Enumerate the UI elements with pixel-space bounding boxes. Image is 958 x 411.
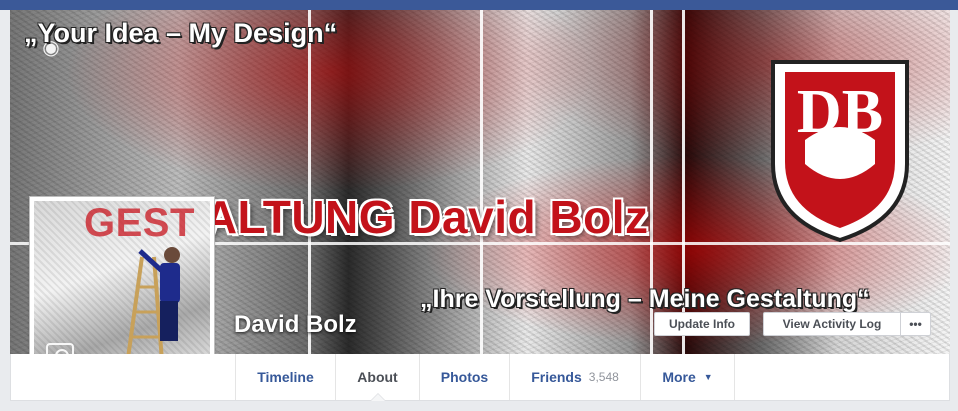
- top-navigation-bar: [0, 0, 958, 10]
- db-logo-shield: DB: [771, 60, 909, 243]
- tab-more[interactable]: More ▼: [640, 354, 735, 400]
- cover-divider: [308, 10, 311, 354]
- profile-name[interactable]: David Bolz: [234, 311, 357, 339]
- update-info-button[interactable]: Update Info: [654, 312, 750, 336]
- logo-letters: DB: [797, 78, 883, 146]
- cover-tagline-bottom: „Ihre Vorstellung – Meine Gestaltung“: [420, 285, 870, 313]
- tab-label: More: [662, 369, 696, 385]
- view-activity-log-button[interactable]: View Activity Log: [763, 312, 901, 336]
- tab-label: Timeline: [257, 369, 314, 385]
- chevron-down-icon: ▼: [703, 372, 713, 382]
- tab-timeline[interactable]: Timeline: [235, 354, 335, 400]
- profile-tab-bar: Timeline About Photos Friends 3,548 More…: [10, 354, 950, 401]
- tab-label: Friends: [531, 369, 582, 385]
- more-options-button[interactable]: •••: [900, 312, 931, 336]
- active-tab-caret-icon: [369, 393, 386, 401]
- tab-label: Photos: [440, 369, 489, 385]
- tab-about[interactable]: About: [335, 354, 419, 401]
- friends-count: 3,548: [588, 370, 619, 384]
- tab-photos[interactable]: Photos: [419, 354, 509, 400]
- cover-tagline-top: „Your Idea – My Design“: [24, 18, 338, 48]
- tab-friends[interactable]: Friends 3,548: [509, 354, 640, 400]
- tab-label: About: [357, 369, 398, 385]
